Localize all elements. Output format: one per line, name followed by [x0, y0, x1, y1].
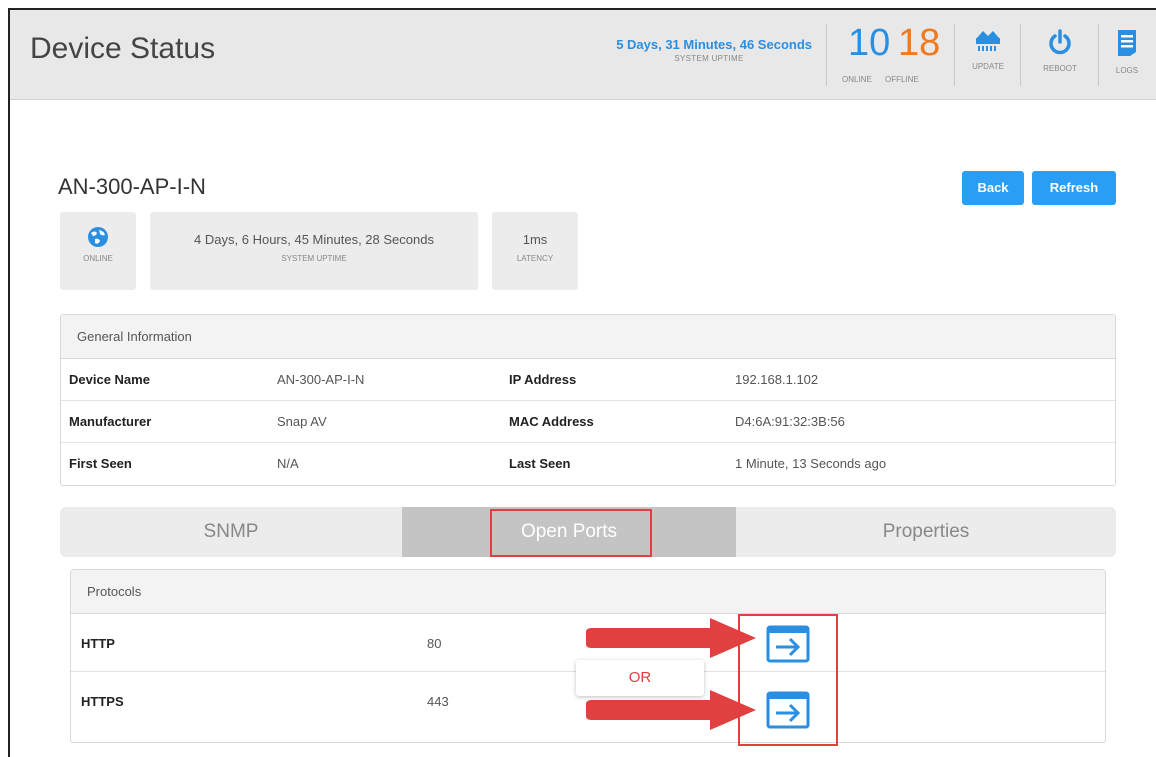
- open-https-launch-icon[interactable]: [766, 690, 810, 730]
- field-value: N/A: [277, 456, 299, 471]
- field-value: 1 Minute, 13 Seconds ago: [735, 456, 887, 471]
- divider: [954, 24, 955, 86]
- online-count[interactable]: 10: [848, 22, 890, 65]
- system-uptime-value: 5 Days, 31 Minutes, 46 Seconds: [616, 37, 812, 52]
- offline-count-label: OFFLINE: [885, 75, 919, 84]
- protocol-name: HTTPS: [81, 694, 124, 709]
- power-icon: [1049, 29, 1071, 55]
- system-uptime: 5 Days, 31 Minutes, 46 Seconds SYSTEM UP…: [566, 37, 812, 63]
- device-uptime-value: 4 Days, 6 Hours, 45 Minutes, 28 Seconds: [194, 232, 434, 247]
- logs-button[interactable]: LOGS: [1102, 24, 1152, 86]
- tab-properties[interactable]: Properties: [736, 507, 1116, 557]
- status-card-latency: 1ms LATENCY: [492, 212, 578, 290]
- logs-icon: [1118, 30, 1136, 56]
- field-label: IP Address: [509, 372, 577, 387]
- field-label: MAC Address: [509, 414, 594, 429]
- update-button-label: UPDATE: [972, 62, 1004, 71]
- offline-count[interactable]: 18: [898, 22, 940, 65]
- field-value: Snap AV: [277, 414, 327, 429]
- divider: [1020, 24, 1021, 86]
- system-uptime-label: SYSTEM UPTIME: [674, 54, 744, 63]
- app-window: Device Status 5 Days, 31 Minutes, 46 Sec…: [8, 8, 1156, 757]
- latency-label: LATENCY: [516, 254, 554, 263]
- online-count-label: ONLINE: [842, 75, 872, 84]
- open-http-launch-icon[interactable]: [766, 624, 810, 664]
- refresh-button[interactable]: Refresh: [1032, 171, 1116, 205]
- update-icon: [976, 31, 1000, 51]
- divider: [1098, 24, 1099, 86]
- or-label: OR: [576, 660, 704, 696]
- field-value: 192.168.1.102: [735, 372, 819, 387]
- device-counts[interactable]: 10 18 ONLINE OFFLINE: [842, 22, 952, 92]
- update-button[interactable]: UPDATE: [960, 24, 1016, 86]
- tab-snmp[interactable]: SNMP: [60, 507, 402, 557]
- red-arrow-https: [586, 690, 756, 730]
- panel-heading: Protocols: [71, 570, 1105, 614]
- status-label: ONLINE: [83, 254, 113, 263]
- top-header: Device Status 5 Days, 31 Minutes, 46 Sec…: [10, 10, 1156, 100]
- table-row: First Seen N/A Last Seen 1 Minute, 13 Se…: [61, 443, 1115, 485]
- device-name-title: AN-300-AP-I-N: [58, 174, 206, 199]
- protocol-name: HTTP: [81, 636, 115, 651]
- protocol-port: 443: [427, 694, 449, 709]
- field-label: Last Seen: [509, 456, 571, 471]
- red-arrow-http: [586, 618, 756, 658]
- logs-button-label: LOGS: [1115, 66, 1139, 75]
- reboot-button[interactable]: REBOOT: [1032, 24, 1088, 86]
- divider: [826, 24, 827, 86]
- reboot-button-label: REBOOT: [1043, 64, 1077, 73]
- table-row: Device Name AN-300-AP-I-N IP Address 192…: [61, 359, 1115, 401]
- back-button[interactable]: Back: [962, 171, 1024, 205]
- general-information-panel: General Information Device Name AN-300-A…: [60, 314, 1116, 486]
- field-label: First Seen: [69, 456, 132, 471]
- device-uptime-label: SYSTEM UPTIME: [281, 254, 347, 263]
- page-title: Device Status: [30, 32, 216, 65]
- protocol-port: 80: [427, 636, 442, 651]
- status-card-online: ONLINE: [60, 212, 136, 290]
- table-row: Manufacturer Snap AV MAC Address D4:6A:9…: [61, 401, 1115, 443]
- globe-icon: [88, 227, 108, 247]
- status-card-uptime: 4 Days, 6 Hours, 45 Minutes, 28 Seconds …: [150, 212, 478, 290]
- field-value: D4:6A:91:32:3B:56: [735, 414, 845, 429]
- panel-heading: General Information: [61, 315, 1115, 359]
- field-label: Device Name: [69, 372, 150, 387]
- field-value: AN-300-AP-I-N: [277, 372, 365, 387]
- field-label: Manufacturer: [69, 414, 152, 429]
- latency-value: 1ms: [522, 232, 548, 247]
- open-ports-highlight: [490, 509, 652, 557]
